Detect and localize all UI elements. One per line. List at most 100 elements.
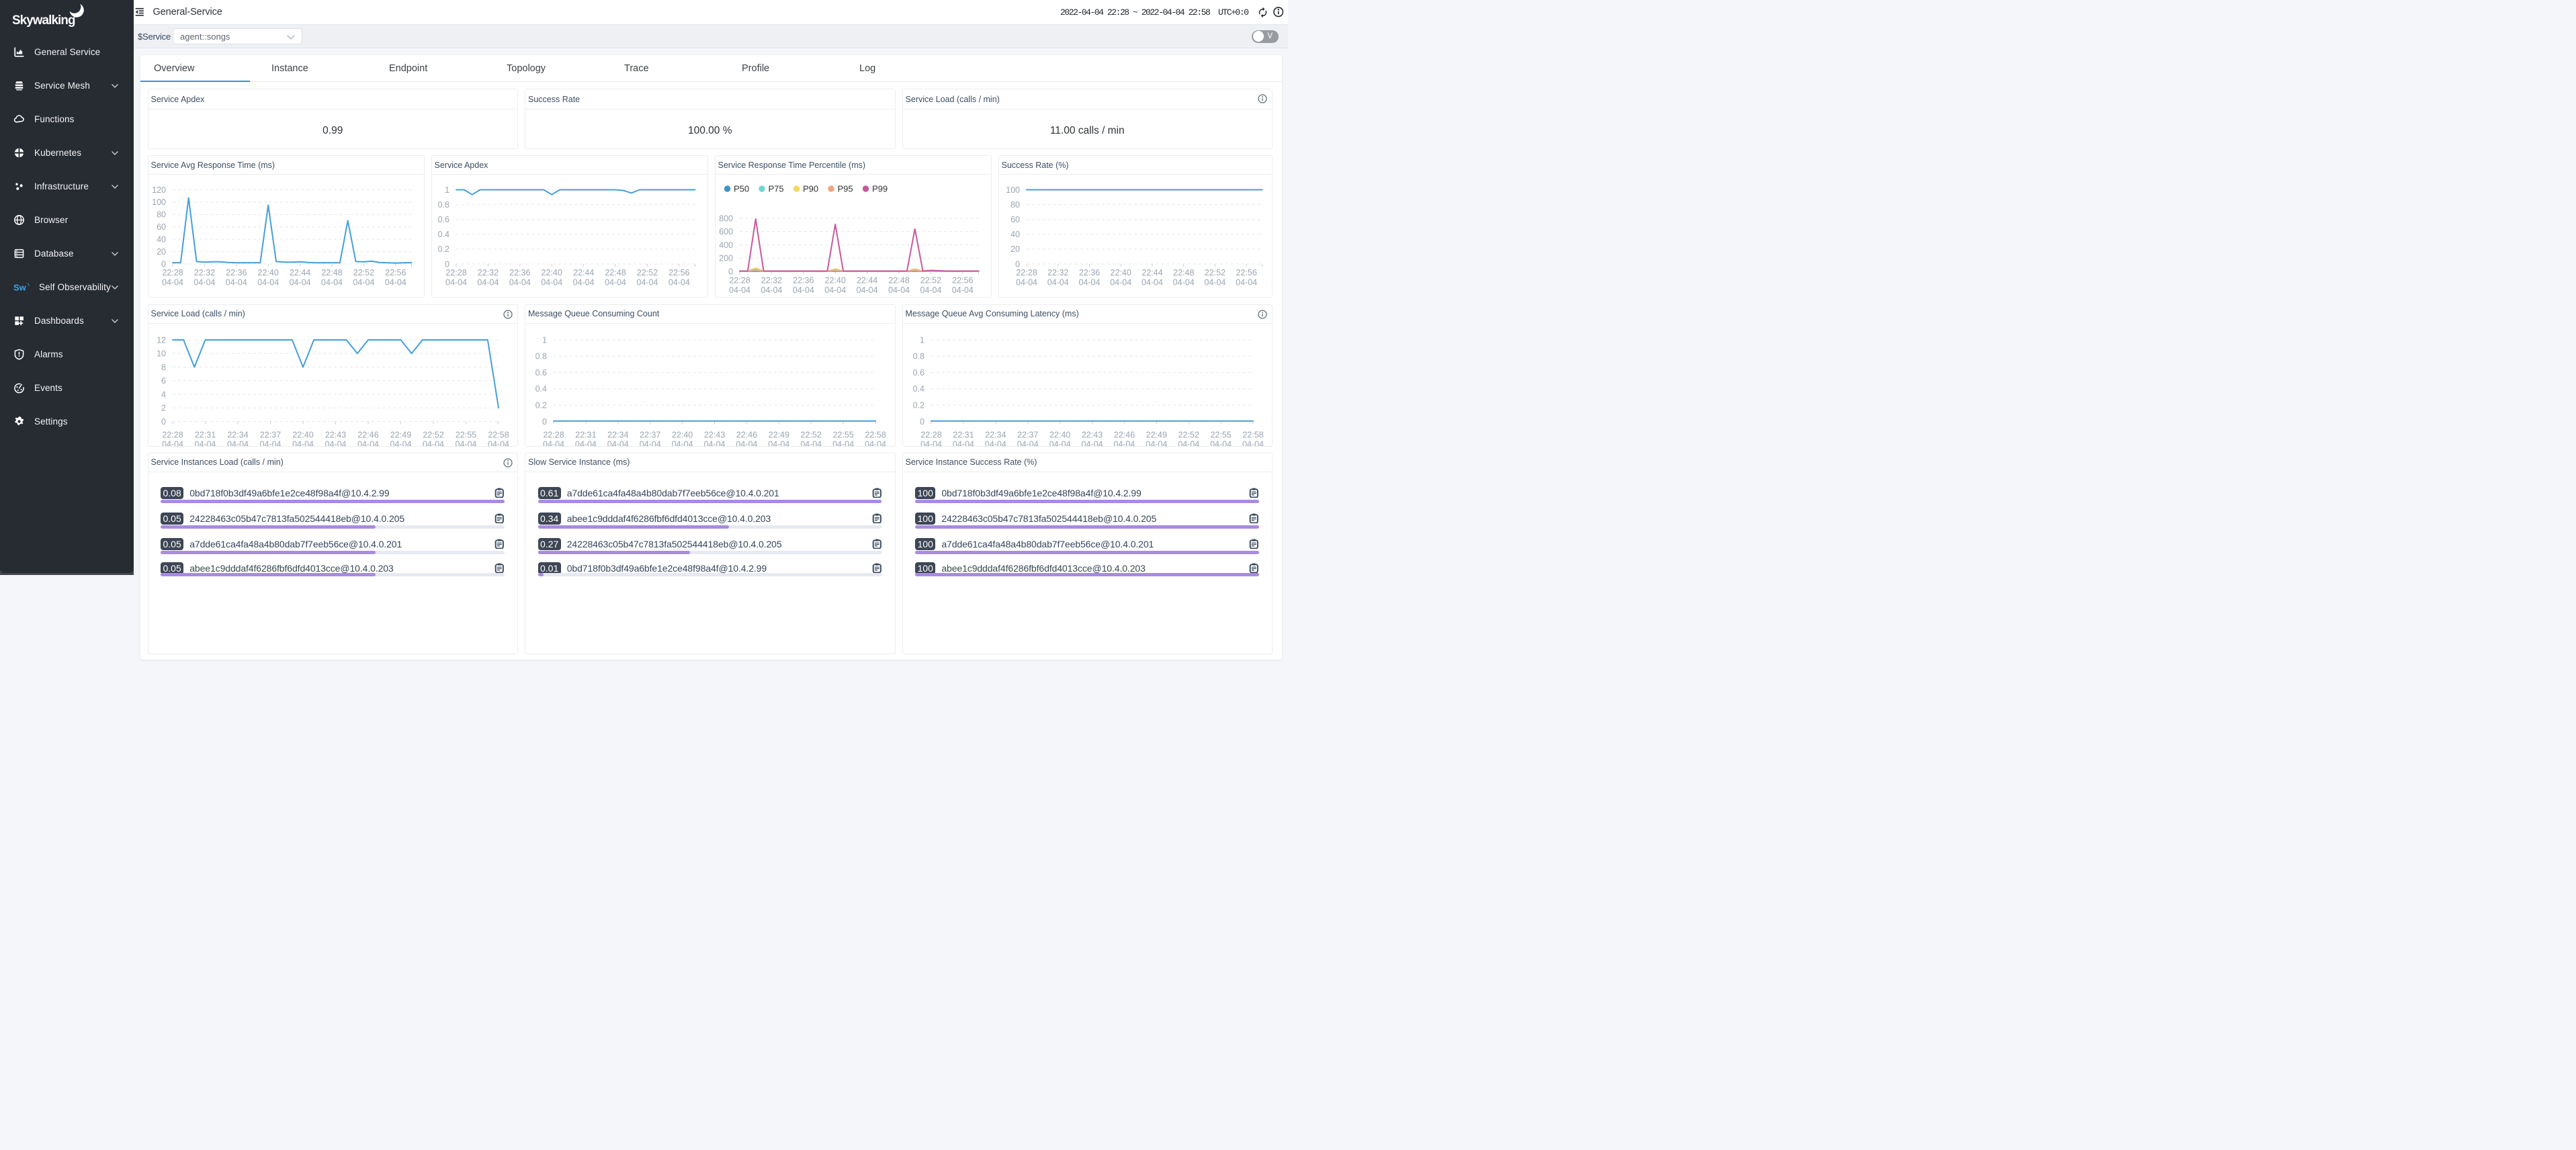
svg-text:04-04: 04-04: [1210, 439, 1232, 447]
svg-text:04-04: 04-04: [325, 439, 346, 447]
svg-text:40: 40: [157, 234, 166, 244]
svg-text:22:43: 22:43: [704, 430, 725, 439]
svg-text:22:48: 22:48: [321, 268, 342, 277]
svg-text:22:32: 22:32: [194, 268, 214, 277]
svg-text:04-04: 04-04: [761, 285, 782, 295]
svg-text:22:32: 22:32: [761, 276, 781, 285]
svg-text:04-04: 04-04: [920, 285, 941, 295]
svg-text:22:40: 22:40: [292, 430, 313, 439]
svg-text:12: 12: [157, 335, 166, 345]
svg-text:04-04: 04-04: [509, 278, 530, 288]
svg-text:04-04: 04-04: [1081, 439, 1103, 447]
svg-text:04-04: 04-04: [888, 285, 910, 295]
svg-text:04-04: 04-04: [194, 278, 215, 288]
svg-text:60: 60: [1011, 215, 1020, 224]
svg-text:22:52: 22:52: [1204, 268, 1225, 277]
svg-text:04-04: 04-04: [289, 278, 310, 288]
svg-text:22:44: 22:44: [289, 268, 310, 277]
svg-text:60: 60: [157, 222, 166, 232]
svg-text:22:36: 22:36: [1078, 268, 1099, 277]
svg-text:0: 0: [920, 417, 925, 427]
svg-text:Sw: Sw: [13, 282, 27, 292]
svg-text:22:37: 22:37: [259, 430, 280, 439]
svg-text:04-04: 04-04: [1204, 278, 1226, 288]
svg-text:100: 100: [1006, 185, 1020, 195]
svg-text:0.6: 0.6: [535, 368, 547, 378]
svg-text:04-04: 04-04: [668, 278, 689, 288]
svg-text:04-04: 04-04: [445, 278, 467, 288]
svg-text:20: 20: [157, 247, 166, 257]
svg-text:04-04: 04-04: [1242, 439, 1264, 447]
svg-text:22:49: 22:49: [1146, 430, 1166, 439]
svg-text:22:55: 22:55: [455, 430, 476, 439]
svg-text:04-04: 04-04: [1178, 439, 1199, 447]
svg-text:04-04: 04-04: [636, 278, 658, 288]
svg-text:22:40: 22:40: [257, 268, 278, 277]
svg-text:P75: P75: [768, 184, 783, 194]
svg-text:22:48: 22:48: [1173, 268, 1194, 277]
svg-text:22:48: 22:48: [605, 268, 626, 277]
svg-text:40: 40: [1011, 230, 1020, 239]
svg-text:400: 400: [719, 240, 733, 250]
svg-text:04-04: 04-04: [227, 439, 249, 447]
svg-text:22:37: 22:37: [1017, 430, 1038, 439]
svg-text:20: 20: [1011, 245, 1020, 254]
svg-text:22:52: 22:52: [423, 430, 443, 439]
svg-text:04-04: 04-04: [824, 285, 846, 295]
svg-text:04-04: 04-04: [1078, 278, 1100, 288]
svg-text:22:34: 22:34: [607, 430, 628, 439]
svg-text:04-04: 04-04: [384, 278, 406, 288]
svg-text:22:32: 22:32: [1047, 268, 1068, 277]
svg-text:0.8: 0.8: [912, 351, 924, 361]
svg-text:22:40: 22:40: [672, 430, 693, 439]
svg-text:800: 800: [719, 214, 733, 223]
svg-text:P95: P95: [837, 184, 853, 194]
svg-text:04-04: 04-04: [225, 278, 247, 288]
svg-text:04-04: 04-04: [575, 439, 597, 447]
svg-text:120: 120: [152, 185, 166, 195]
svg-text:0: 0: [161, 417, 166, 427]
svg-text:22:36: 22:36: [509, 268, 530, 277]
svg-text:04-04: 04-04: [257, 278, 279, 288]
svg-text:22:43: 22:43: [1081, 430, 1102, 439]
svg-text:22:31: 22:31: [953, 430, 974, 439]
svg-text:0.4: 0.4: [437, 230, 449, 239]
svg-text:04-04: 04-04: [1047, 278, 1068, 288]
svg-text:8: 8: [161, 363, 166, 372]
svg-text:0.6: 0.6: [437, 215, 449, 224]
svg-text:04-04: 04-04: [357, 439, 379, 447]
svg-text:04-04: 04-04: [292, 439, 314, 447]
svg-text:04-04: 04-04: [488, 439, 509, 447]
svg-text:22:58: 22:58: [1242, 430, 1263, 439]
svg-text:200: 200: [719, 254, 733, 263]
svg-text:10: 10: [157, 349, 166, 358]
svg-text:04-04: 04-04: [1017, 439, 1038, 447]
svg-text:100: 100: [152, 197, 166, 207]
svg-text:04-04: 04-04: [259, 439, 281, 447]
svg-text:22:49: 22:49: [390, 430, 411, 439]
svg-text:04-04: 04-04: [832, 439, 854, 447]
svg-text:22:52: 22:52: [801, 430, 822, 439]
svg-text:04-04: 04-04: [952, 439, 974, 447]
svg-text:0: 0: [728, 267, 733, 276]
svg-text:4: 4: [161, 390, 166, 399]
svg-text:04-04: 04-04: [984, 439, 1006, 447]
svg-text:04-04: 04-04: [353, 278, 374, 288]
svg-text:22:52: 22:52: [636, 268, 657, 277]
svg-text:04-04: 04-04: [162, 278, 183, 288]
svg-text:1: 1: [920, 335, 925, 345]
svg-text:0.8: 0.8: [437, 200, 449, 210]
svg-text:22:52: 22:52: [1178, 430, 1199, 439]
svg-text:22:28: 22:28: [162, 268, 183, 277]
svg-text:22:56: 22:56: [952, 276, 973, 285]
svg-text:0.4: 0.4: [535, 384, 547, 394]
svg-text:04-04: 04-04: [704, 439, 726, 447]
svg-text:22:46: 22:46: [736, 430, 757, 439]
svg-text:04-04: 04-04: [1141, 278, 1162, 288]
svg-text:22:44: 22:44: [572, 268, 593, 277]
svg-text:04-04: 04-04: [1113, 439, 1135, 447]
svg-text:22:40: 22:40: [541, 268, 562, 277]
svg-text:0: 0: [542, 417, 547, 427]
svg-text:P99: P99: [872, 184, 888, 194]
svg-text:22:28: 22:28: [543, 430, 564, 439]
